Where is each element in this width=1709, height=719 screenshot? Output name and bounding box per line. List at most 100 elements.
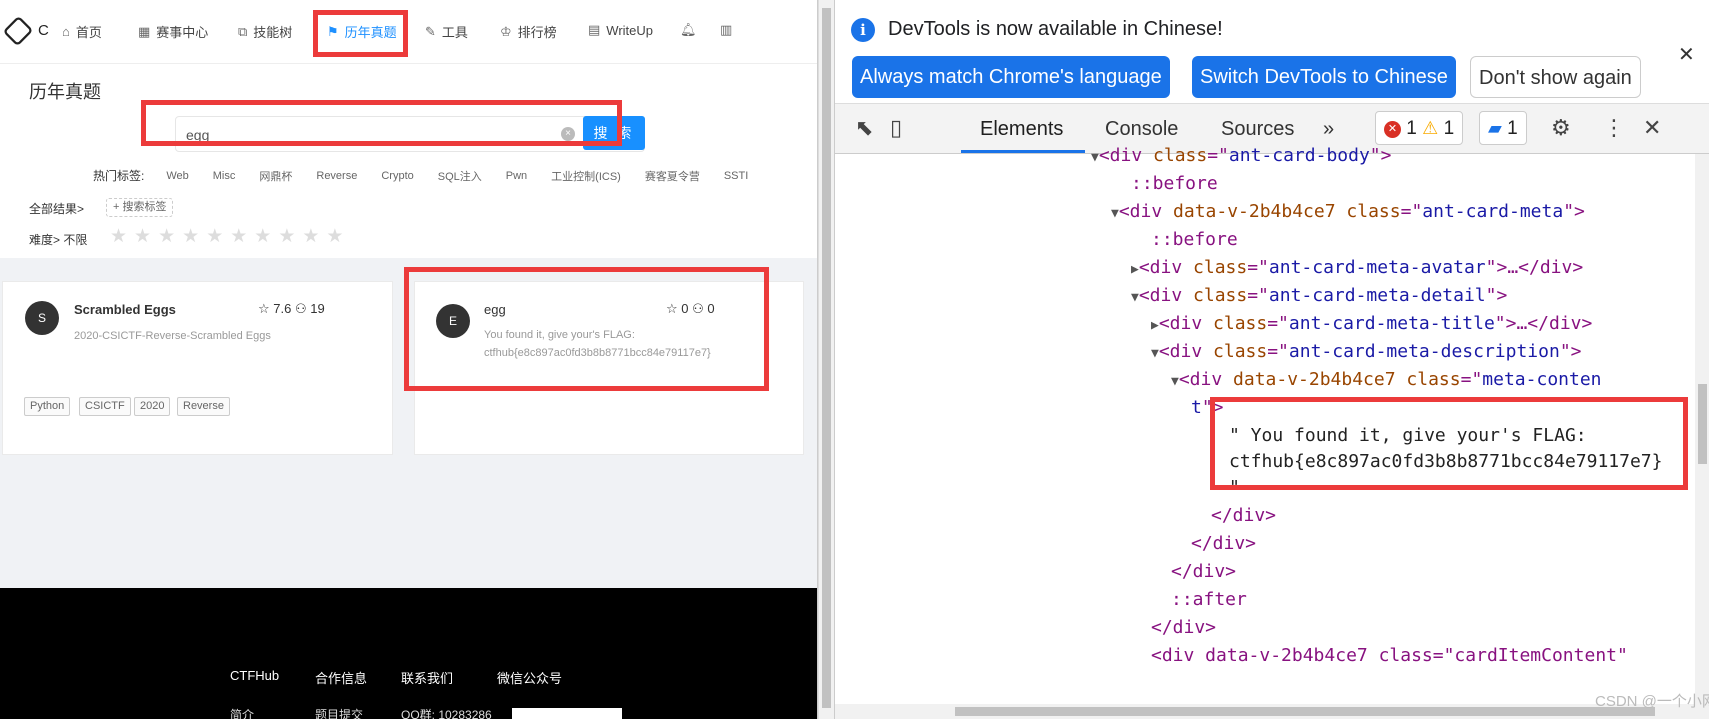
- footer-heading: 合作信息: [315, 671, 368, 686]
- switch-to-chinese-button[interactable]: Switch DevTools to Chinese: [1192, 56, 1456, 98]
- nav-label: WriteUp: [606, 22, 654, 38]
- difficulty-stars[interactable]: ★ ★ ★ ★ ★ ★ ★ ★ ★ ★: [110, 227, 343, 247]
- devtools-panel: i DevTools is now available in Chinese! …: [834, 0, 1709, 719]
- dom-close-tag[interactable]: </div>: [1171, 558, 1236, 586]
- always-match-language-button[interactable]: Always match Chrome's language: [852, 56, 1170, 98]
- dom-pseudo-after[interactable]: ::after: [1171, 586, 1247, 614]
- hot-tag[interactable]: Reverse: [316, 170, 357, 182]
- dom-line[interactable]: <div data-v-2b4b4ce7 class="cardItemCont…: [1151, 642, 1628, 670]
- nav-events[interactable]: ▦ 赛事中心: [138, 22, 208, 41]
- card-stats: ☆ 7.6 ⚇ 19: [258, 301, 325, 317]
- star-icon[interactable]: ★: [134, 227, 151, 247]
- star-icon[interactable]: ★: [230, 227, 247, 247]
- issues-badge[interactable]: ✕ 1 ⚠ 1: [1375, 111, 1464, 145]
- nav-writeup[interactable]: ▤ WriteUp: [588, 22, 653, 38]
- dom-close-tag[interactable]: </div>: [1211, 502, 1276, 530]
- dom-line[interactable]: ▼<div class="ant-card-meta-detail">: [1131, 282, 1507, 310]
- star-icon[interactable]: ★: [278, 227, 295, 247]
- more-options-icon[interactable]: ⋮: [1603, 115, 1625, 141]
- active-tab-indicator: [961, 150, 1085, 153]
- wrench-icon: ✎: [425, 23, 436, 39]
- star-icon[interactable]: ★: [302, 227, 319, 247]
- star-icon[interactable]: ★: [326, 227, 343, 247]
- infobar-message: DevTools is now available in Chinese!: [888, 18, 1223, 40]
- tab-console[interactable]: Console: [1105, 118, 1178, 141]
- footer-link[interactable]: 简介: [230, 706, 254, 719]
- dom-line[interactable]: ▼<div class="ant-card-meta-description">: [1151, 338, 1582, 366]
- star-icon[interactable]: ★: [206, 227, 223, 247]
- error-icon: ✕: [1384, 121, 1401, 138]
- page-scrollbar[interactable]: [818, 0, 834, 719]
- scrollbar-thumb[interactable]: [1698, 384, 1707, 464]
- elements-hscrollbar[interactable]: [835, 704, 1695, 719]
- dom-line[interactable]: ▼<div data-v-2b4b4ce7 class="meta-conten: [1171, 366, 1602, 394]
- notification-bell-icon[interactable]: 🔔︎: [680, 22, 697, 38]
- more-tabs-icon[interactable]: »: [1323, 118, 1334, 141]
- inspect-element-icon[interactable]: ⬉: [855, 115, 873, 141]
- dom-line[interactable]: ▼<div class="ant-card-body">: [1091, 142, 1391, 170]
- dom-close-tag[interactable]: </div>: [1151, 614, 1216, 642]
- highlight-box-card: [404, 267, 769, 391]
- tab-elements[interactable]: Elements: [980, 118, 1063, 141]
- star-icon[interactable]: ★: [254, 227, 271, 247]
- settings-gear-icon[interactable]: ⚙: [1551, 115, 1571, 141]
- star-icon[interactable]: ★: [182, 227, 199, 247]
- calendar-icon: ▦: [138, 23, 151, 39]
- website-panel: C ⌂ 首页 ▦ 赛事中心 ⧉ 技能树 ⚑ 历年真题 ✎ 工具 ♔ 排行榜 ▤ …: [0, 0, 818, 719]
- hot-tag[interactable]: Misc: [213, 170, 236, 182]
- warning-icon: ⚠: [1422, 118, 1439, 138]
- ctfhub-logo-icon[interactable]: [2, 15, 34, 47]
- rating-value: 7.6: [273, 301, 292, 316]
- star-icon[interactable]: ★: [110, 227, 127, 247]
- hot-tag[interactable]: Web: [166, 170, 188, 182]
- dom-line[interactable]: ▶<div class="ant-card-meta-avatar">…</di…: [1131, 254, 1583, 282]
- card-tag[interactable]: Reverse: [177, 397, 230, 416]
- card-tag[interactable]: Python: [24, 397, 71, 416]
- nav-leaderboard[interactable]: ♔ 排行榜: [500, 22, 557, 41]
- close-icon[interactable]: ✕: [1678, 42, 1695, 67]
- dont-show-again-button[interactable]: Don't show again: [1470, 56, 1641, 98]
- star-icon[interactable]: ★: [158, 227, 175, 247]
- page-title: 历年真题: [29, 82, 101, 102]
- language-infobar: i DevTools is now available in Chinese! …: [835, 0, 1709, 104]
- card-tag[interactable]: CSICTF: [79, 397, 131, 416]
- hot-tags-label: 热门标签:: [93, 169, 145, 183]
- nav-label: 技能树: [253, 25, 293, 40]
- dom-pseudo-before[interactable]: ::before: [1131, 170, 1218, 198]
- trophy-icon: ♔: [500, 23, 512, 39]
- dom-close-tag[interactable]: </div>: [1191, 530, 1256, 558]
- scrollbar-thumb[interactable]: [822, 8, 831, 708]
- tab-sources[interactable]: Sources: [1221, 118, 1294, 141]
- difficulty-filter-label: 难度> 不限: [29, 233, 88, 247]
- hot-tag[interactable]: SSTI: [724, 170, 748, 182]
- nav-label: 首页: [75, 25, 102, 40]
- challenge-card-scrambled-eggs[interactable]: S Scrambled Eggs ☆ 7.6 ⚇ 19 2020-CSICTF-…: [2, 281, 393, 455]
- wechat-qr-image: [512, 708, 622, 719]
- hot-tag[interactable]: 工业控制(ICS): [551, 168, 621, 184]
- device-toolbar-icon[interactable]: ▯: [890, 115, 902, 141]
- dom-pseudo-before[interactable]: ::before: [1151, 226, 1238, 254]
- hot-tag[interactable]: 赛客夏令营: [645, 168, 700, 184]
- hot-tag[interactable]: Crypto: [381, 170, 413, 182]
- card-title[interactable]: Scrambled Eggs: [74, 302, 176, 317]
- hot-tag[interactable]: 网鼎杯: [259, 168, 292, 184]
- dom-line[interactable]: ▼<div data-v-2b4b4ce7 class="ant-card-me…: [1111, 198, 1585, 226]
- close-devtools-icon[interactable]: ✕: [1643, 115, 1661, 141]
- messages-badge[interactable]: ▰ 1: [1479, 111, 1527, 145]
- hot-tag[interactable]: Pwn: [506, 170, 527, 182]
- footer-heading: 微信公众号: [497, 671, 563, 686]
- scrollbar-thumb[interactable]: [955, 707, 1655, 716]
- card-tag[interactable]: 2020: [134, 397, 171, 416]
- hot-tag[interactable]: SQL注入: [438, 168, 482, 184]
- nav-tools[interactable]: ✎ 工具: [425, 22, 468, 41]
- document-icon[interactable]: ▥: [720, 22, 732, 38]
- footer-link[interactable]: 题目提交: [315, 706, 363, 719]
- solves-value: 19: [310, 301, 325, 316]
- elements-scrollbar[interactable]: [1695, 154, 1709, 719]
- dom-line[interactable]: ▶<div class="ant-card-meta-title">…</div…: [1151, 310, 1592, 338]
- nav-skill-tree[interactable]: ⧉ 技能树: [238, 22, 292, 41]
- message-icon: ▰: [1488, 118, 1502, 138]
- nav-home[interactable]: ⌂ 首页: [62, 22, 102, 41]
- nav-label: 排行榜: [517, 25, 557, 40]
- add-search-tag-button[interactable]: + 搜索标签: [106, 198, 174, 217]
